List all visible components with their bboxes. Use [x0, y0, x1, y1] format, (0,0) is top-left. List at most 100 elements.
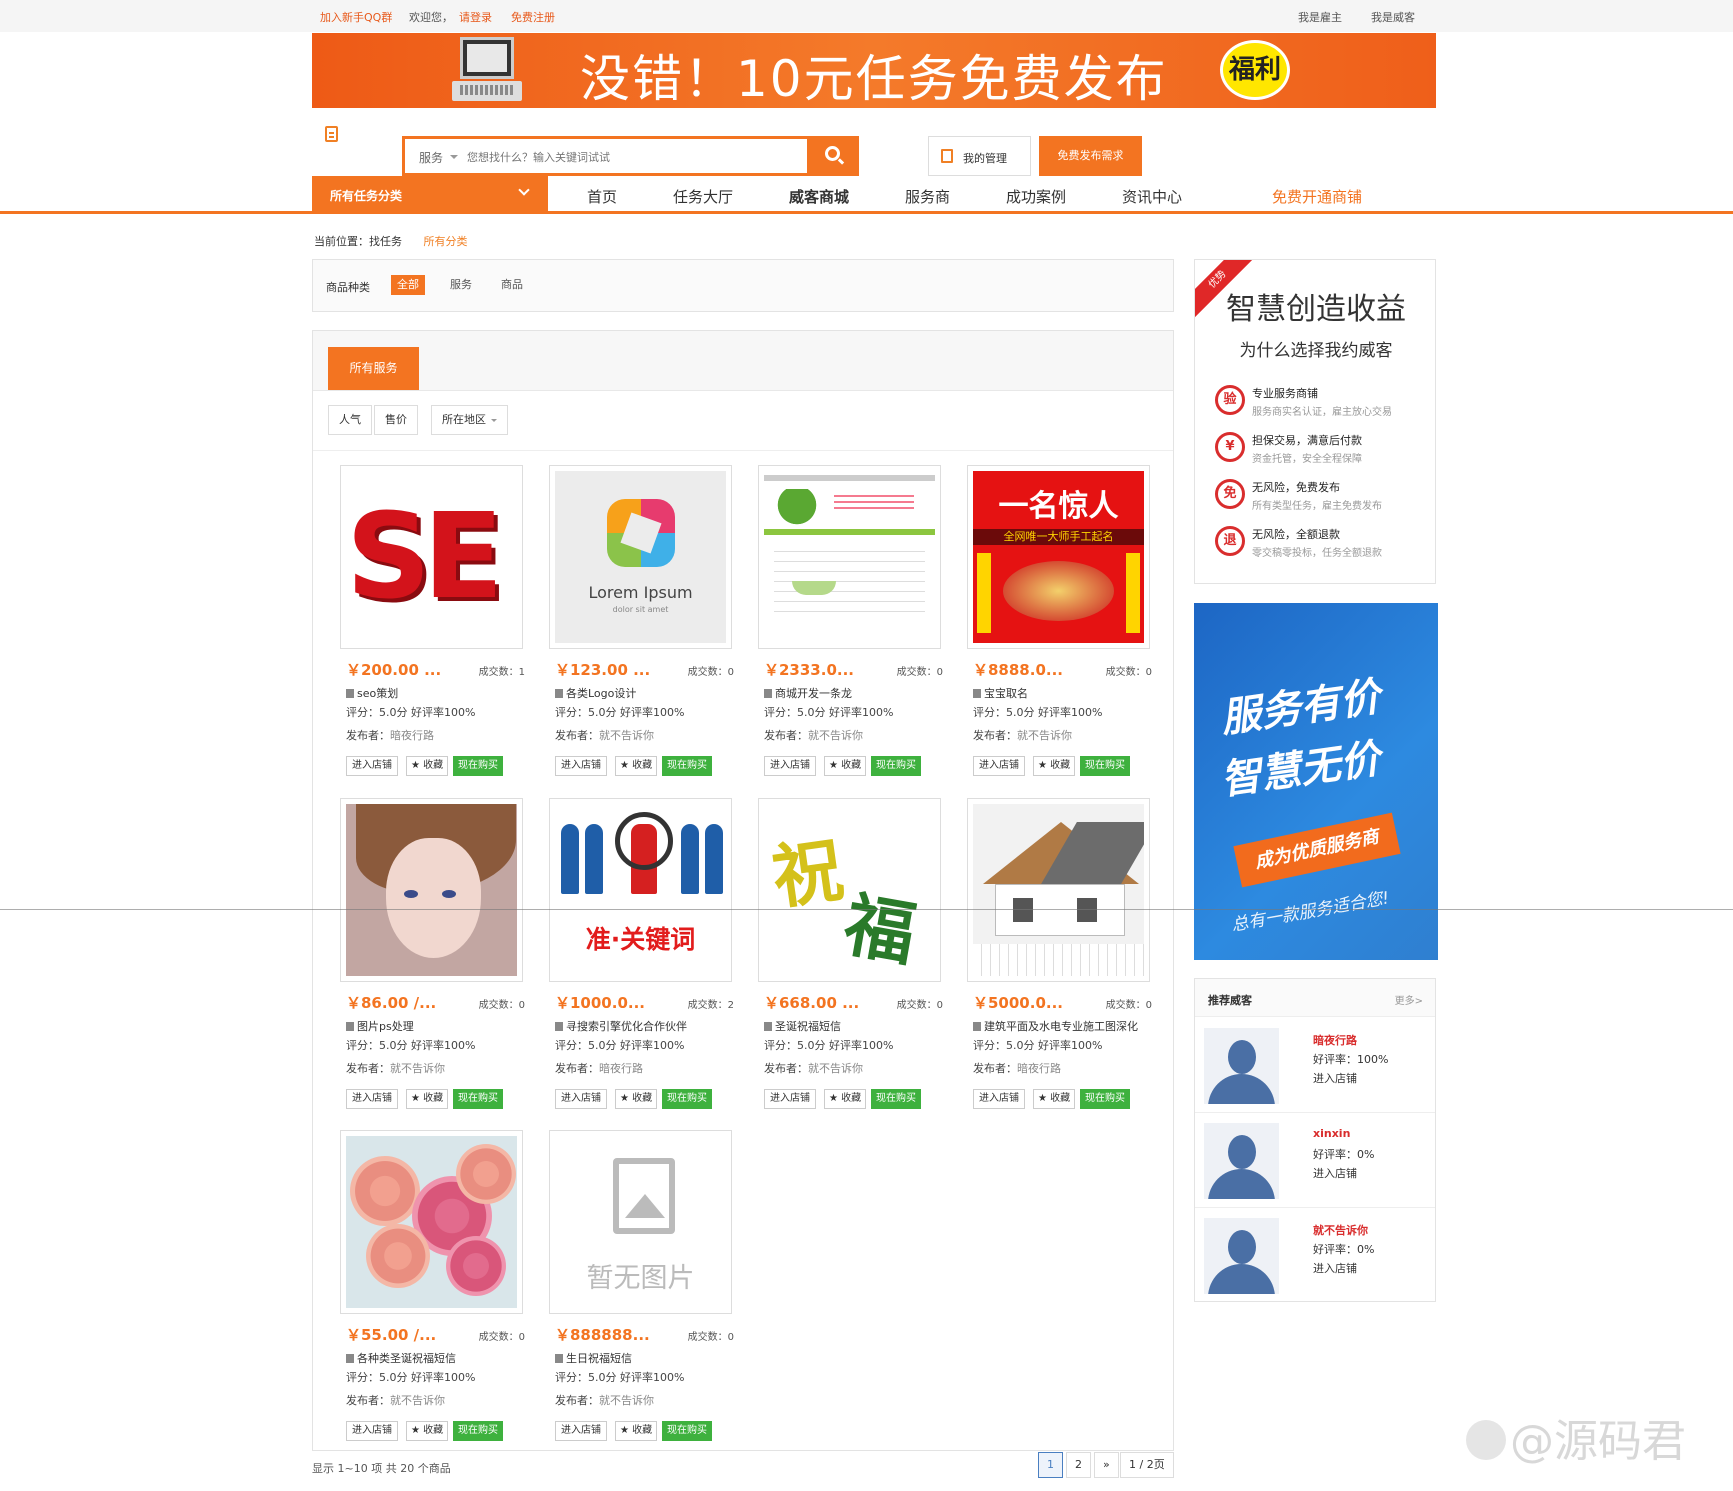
- product-card[interactable]: 暂无图片 ￥888888... 成交数：0 生日祝福短信 评分：5.0分 好评率100%…: [549, 1130, 734, 1446]
- product-card[interactable]: 一名惊人 全网唯一大师手工起名 ￥8888.0... 成交数：0 宝宝取名 评分：5.0分…: [967, 465, 1152, 781]
- witkey-name[interactable]: 暗夜行路: [1313, 1032, 1357, 1048]
- product-title[interactable]: 生日祝福短信: [555, 1350, 632, 1366]
- product-thumbnail[interactable]: [758, 465, 941, 649]
- witkey-name[interactable]: 就不告诉你: [1313, 1222, 1368, 1238]
- register-link[interactable]: 免费注册: [511, 9, 555, 25]
- enter-shop-button[interactable]: 进入店铺: [973, 756, 1025, 776]
- my-manage-button[interactable]: 我的管理: [928, 136, 1031, 176]
- witkey-shop-link[interactable]: 进入店铺: [1313, 1165, 1357, 1181]
- product-thumbnail[interactable]: SE: [340, 465, 523, 649]
- favorite-button[interactable]: ★ 收藏: [615, 1089, 658, 1109]
- publisher-name[interactable]: 就不告诉你: [1017, 729, 1072, 742]
- enter-shop-button[interactable]: 进入店铺: [555, 756, 607, 776]
- favorite-button[interactable]: ★ 收藏: [615, 1421, 658, 1441]
- favorite-button[interactable]: ★ 收藏: [824, 756, 867, 776]
- product-thumbnail[interactable]: [967, 798, 1150, 982]
- product-card[interactable]: SE ￥200.00 ... 成交数：1 seo策划 评分：5.0分 好评率100% 发布…: [340, 465, 525, 781]
- enter-shop-button[interactable]: 进入店铺: [973, 1089, 1025, 1109]
- buy-now-button[interactable]: 现在购买: [1080, 756, 1130, 776]
- enter-shop-button[interactable]: 进入店铺: [346, 756, 398, 776]
- enter-shop-button[interactable]: 进入店铺: [346, 1089, 398, 1109]
- avatar[interactable]: [1204, 1218, 1279, 1294]
- product-card[interactable]: Lorem Ipsum dolor sit amet ￥123.00 ... 成交数：…: [549, 465, 734, 781]
- enter-shop-button[interactable]: 进入店铺: [764, 1089, 816, 1109]
- product-title[interactable]: 商城开发一条龙: [764, 685, 852, 701]
- publisher-name[interactable]: 暗夜行路: [1017, 1062, 1061, 1075]
- logo-doc-icon[interactable]: [325, 126, 338, 142]
- avatar[interactable]: [1204, 1028, 1279, 1104]
- buy-now-button[interactable]: 现在购买: [662, 756, 712, 776]
- product-thumbnail[interactable]: [340, 798, 523, 982]
- publisher-name[interactable]: 就不告诉你: [390, 1062, 445, 1075]
- favorite-button[interactable]: ★ 收藏: [1033, 756, 1076, 776]
- all-categories-menu[interactable]: 所有任务分类: [312, 176, 548, 211]
- product-title[interactable]: 图片ps处理: [346, 1018, 414, 1034]
- favorite-button[interactable]: ★ 收藏: [824, 1089, 867, 1109]
- publisher-name[interactable]: 就不告诉你: [599, 1394, 654, 1407]
- witkey-shop-link[interactable]: 进入店铺: [1313, 1260, 1357, 1276]
- breadcrumb-current[interactable]: 所有分类: [424, 235, 468, 248]
- next-page-button[interactable]: »: [1094, 1452, 1119, 1478]
- nav-task-hall[interactable]: 任务大厅: [673, 186, 733, 207]
- product-title[interactable]: 宝宝取名: [973, 685, 1028, 701]
- login-link[interactable]: 请登录: [459, 9, 492, 25]
- buy-now-button[interactable]: 现在购买: [871, 756, 921, 776]
- buy-now-button[interactable]: 现在购买: [871, 1089, 921, 1109]
- product-card[interactable]: ￥2333.0... 成交数：0 商城开发一条龙 评分：5.0分 好评率100% 发布者…: [758, 465, 943, 781]
- witkey-menu[interactable]: 我是威客: [1371, 9, 1415, 25]
- search-button[interactable]: [810, 136, 859, 176]
- product-thumbnail[interactable]: Lorem Ipsum dolor sit amet: [549, 465, 732, 649]
- product-thumbnail[interactable]: 准·关键词: [549, 798, 732, 982]
- filter-all[interactable]: 全部: [391, 275, 425, 295]
- product-title[interactable]: 各类Logo设计: [555, 685, 636, 701]
- enter-shop-button[interactable]: 进入店铺: [764, 756, 816, 776]
- publish-demand-button[interactable]: 免费发布需求: [1039, 136, 1142, 176]
- product-card[interactable]: ￥5000.0... 成交数：0 建筑平面及水电专业施工图深化 评分：5.0分 好评率…: [967, 798, 1152, 1114]
- product-title[interactable]: 寻搜索引擎优化合作伙伴: [555, 1018, 687, 1034]
- nav-open-shop[interactable]: 免费开通商铺: [1272, 186, 1362, 207]
- product-thumbnail[interactable]: [340, 1130, 523, 1314]
- product-title[interactable]: 各种类圣诞祝福短信: [346, 1350, 456, 1366]
- nav-news[interactable]: 资讯中心: [1122, 186, 1182, 207]
- sort-price[interactable]: 售价: [374, 405, 418, 435]
- buy-now-button[interactable]: 现在购买: [662, 1089, 712, 1109]
- favorite-button[interactable]: ★ 收藏: [406, 1421, 449, 1441]
- filter-service[interactable]: 服务: [444, 275, 478, 295]
- product-card[interactable]: 准·关键词 ￥1000.0... 成交数：2 寻搜索引擎优化合作伙伴 评分：5.0分 好…: [549, 798, 734, 1114]
- enter-shop-button[interactable]: 进入店铺: [555, 1421, 607, 1441]
- favorite-button[interactable]: ★ 收藏: [406, 756, 449, 776]
- buy-now-button[interactable]: 现在购买: [453, 1421, 503, 1441]
- publisher-name[interactable]: 暗夜行路: [599, 1062, 643, 1075]
- avatar[interactable]: [1204, 1123, 1279, 1199]
- tab-all-services[interactable]: 所有服务: [328, 347, 419, 390]
- enter-shop-button[interactable]: 进入店铺: [555, 1089, 607, 1109]
- employer-menu[interactable]: 我是雇主: [1298, 9, 1342, 25]
- publisher-name[interactable]: 就不告诉你: [808, 1062, 863, 1075]
- publisher-name[interactable]: 就不告诉你: [808, 729, 863, 742]
- page-2-button[interactable]: 2: [1066, 1452, 1091, 1478]
- favorite-button[interactable]: ★ 收藏: [615, 756, 658, 776]
- nav-mall[interactable]: 威客商城: [789, 186, 849, 207]
- product-title[interactable]: 建筑平面及水电专业施工图深化: [973, 1018, 1138, 1034]
- product-thumbnail[interactable]: 祝福: [758, 798, 941, 982]
- filter-goods[interactable]: 商品: [495, 275, 529, 295]
- publisher-name[interactable]: 就不告诉你: [390, 1394, 445, 1407]
- search-category-select[interactable]: 服务: [419, 149, 443, 166]
- page-1-button[interactable]: 1: [1038, 1452, 1063, 1478]
- sort-region[interactable]: 所在地区: [431, 405, 508, 435]
- provider-ad-banner[interactable]: 服务有价 智慧无价 成为优质服务商 总有一款服务适合您!: [1194, 603, 1438, 960]
- product-thumbnail[interactable]: 一名惊人 全网唯一大师手工起名: [967, 465, 1150, 649]
- product-card[interactable]: ￥55.00 /... 成交数：0 各种类圣诞祝福短信 评分：5.0分 好评率100%…: [340, 1130, 525, 1446]
- favorite-button[interactable]: ★ 收藏: [406, 1089, 449, 1109]
- promo-banner[interactable]: 没错！10元任务免费发布 福利: [312, 33, 1436, 108]
- witkey-shop-link[interactable]: 进入店铺: [1313, 1070, 1357, 1086]
- product-title[interactable]: 圣诞祝福短信: [764, 1018, 841, 1034]
- product-thumbnail[interactable]: 暂无图片: [549, 1130, 732, 1314]
- nav-cases[interactable]: 成功案例: [1006, 186, 1066, 207]
- buy-now-button[interactable]: 现在购买: [453, 1089, 503, 1109]
- buy-now-button[interactable]: 现在购买: [453, 756, 503, 776]
- join-qq-link[interactable]: 加入新手QQ群: [320, 9, 392, 25]
- nav-home[interactable]: 首页: [587, 186, 617, 207]
- product-title[interactable]: seo策划: [346, 685, 398, 701]
- product-card[interactable]: 祝福 ￥668.00 ... 成交数：0 圣诞祝福短信 评分：5.0分 好评率100% 发…: [758, 798, 943, 1114]
